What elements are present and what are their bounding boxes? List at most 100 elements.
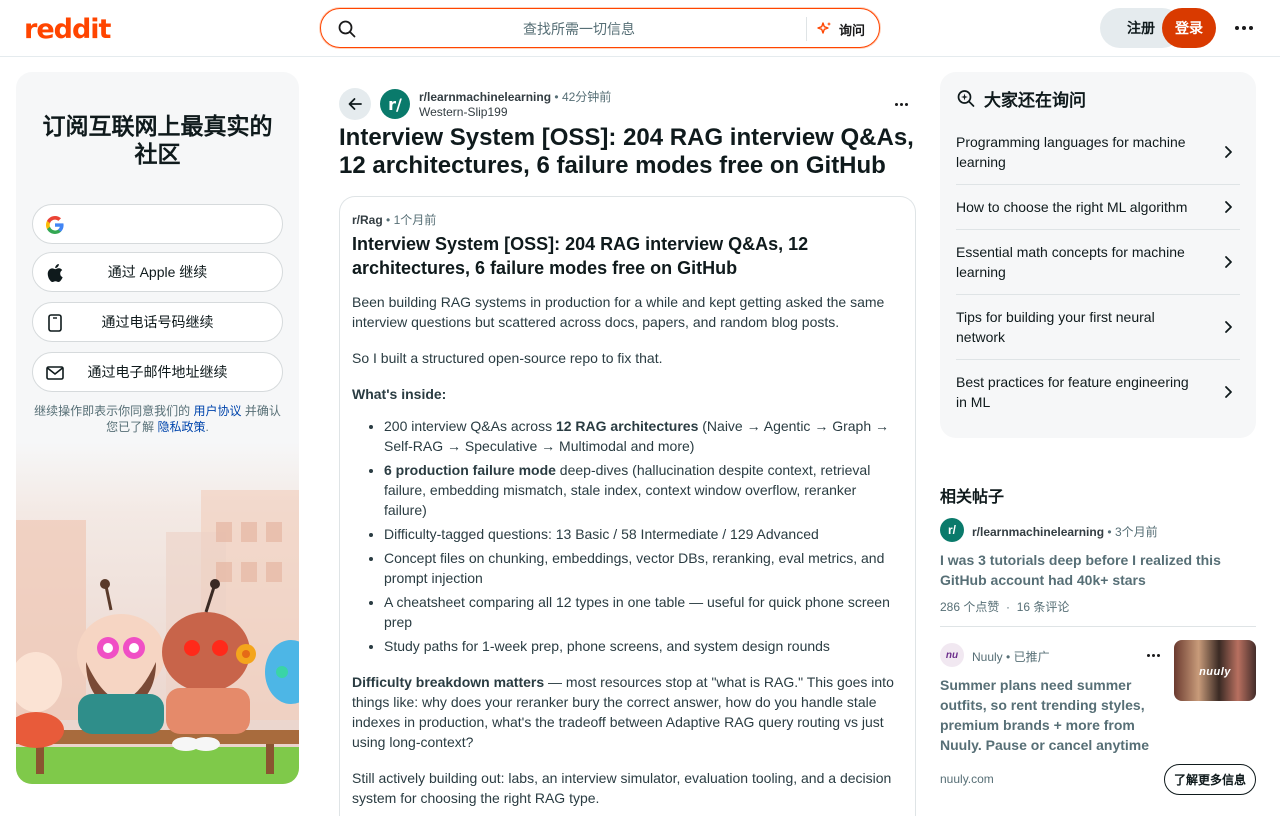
more-dot-icon (1151, 653, 1155, 657)
ad-domain[interactable]: nuuly.com (940, 772, 994, 786)
more-options-button[interactable] (1228, 18, 1260, 38)
upvote-count: 286 个点赞 (940, 600, 1000, 614)
snoo-characters-illustration (16, 490, 299, 784)
subreddit-avatar[interactable]: r/ (380, 89, 410, 119)
ask-card-header: 大家还在询问 (956, 86, 1240, 110)
chevron-right-icon (1225, 256, 1232, 268)
signup-promo-card: 订阅互联网上最真实的社区 通过 Apple 继续 通过电话号码继续 通过电子邮件… (16, 72, 299, 784)
related-post-meta: r/learnmachinelearning • 3个月前 (972, 523, 1158, 540)
phone-icon (45, 313, 65, 333)
list-item: Concept files on chunking, embeddings, v… (384, 548, 903, 588)
more-dot-icon (1156, 653, 1160, 657)
embed-meta: r/Rag • 1个月前 (352, 211, 903, 228)
more-dot-icon (1235, 26, 1239, 30)
ask-list: Programming languages for machine learni… (956, 120, 1240, 424)
legal-prefix: 继续操作即表示你同意我们的 (34, 404, 191, 418)
stats-separator: · (1002, 600, 1017, 614)
body-paragraph: Been building RAG systems in production … (352, 294, 885, 330)
body-paragraph: Difficulty breakdown matters — most reso… (352, 674, 894, 750)
list-item: Difficulty-tagged questions: 13 Basic / … (384, 524, 903, 544)
list-item: 200 interview Q&As across 12 RAG archite… (384, 416, 903, 456)
ad-thumbnail-text: nuuly (1199, 666, 1231, 678)
ask-question-item[interactable]: Best practices for feature engineering i… (956, 360, 1240, 424)
promo-title: 订阅互联网上最真实的社区 (42, 113, 273, 167)
post-title: Interview System [OSS]: 204 RAG intervie… (339, 124, 914, 179)
related-post-title[interactable]: I was 3 tutorials deep before I realized… (940, 550, 1240, 590)
more-dot-icon (1146, 653, 1150, 657)
advertiser-name[interactable]: Nuuly (972, 650, 1003, 664)
list-item: Study paths for 1-week prep, phone scree… (384, 636, 903, 656)
apple-signin-button[interactable]: 通过 Apple 继续 (32, 252, 283, 292)
promoted-post[interactable]: nu Nuuly • 已推广 Summer plans need summer … (940, 640, 1256, 800)
chevron-right-icon (1225, 386, 1232, 398)
top-header: reddit 询问 注册 登录 (0, 0, 1280, 57)
search-sparkle-icon (957, 90, 975, 107)
user-agreement-link[interactable]: 用户协议 (193, 404, 241, 418)
related-post-stats: 286 个点赞 · 16 条评论 (940, 598, 1069, 615)
embed-subreddit[interactable]: r/Rag (352, 213, 383, 227)
ask-question-text: How to choose the right ML algorithm (956, 199, 1188, 215)
chevron-right-icon (1225, 201, 1232, 213)
ask-question-text: Tips for building your first neural netw… (956, 309, 1155, 345)
meta-separator: • (1006, 650, 1014, 664)
body-paragraph: So I built a structured open-source repo… (352, 350, 663, 366)
list-item: A cheatsheet comparing all 12 types in o… (384, 592, 903, 632)
promoted-label: 已推广 (1013, 650, 1050, 664)
post-meta: r/learnmachinelearning • 42分钟前 (419, 88, 611, 105)
crosspost-embed[interactable]: r/Rag • 1个月前 Interview System [OSS]: 204… (339, 196, 916, 816)
body-paragraph: Still actively building out: labs, an in… (352, 770, 892, 806)
more-dot-icon (1249, 26, 1253, 30)
reddit-logo[interactable]: reddit (24, 14, 111, 45)
search-icon (338, 20, 356, 38)
chevron-right-icon (1225, 321, 1232, 333)
back-button[interactable] (339, 88, 371, 120)
subreddit-link[interactable]: r/learnmachinelearning (419, 90, 551, 104)
ask-button[interactable]: 询问 (817, 17, 865, 41)
legal-notice: 继续操作即表示你同意我们的 用户协议 并确认您已了解 隐私政策. (32, 403, 283, 435)
email-signin-label: 通过电子邮件地址继续 (87, 364, 228, 380)
chevron-right-icon (1225, 146, 1232, 158)
ask-question-text: Essential math concepts for machine lear… (956, 244, 1185, 280)
ad-thumbnail[interactable]: nuuly (1174, 640, 1256, 701)
related-subreddit[interactable]: r/learnmachinelearning (972, 525, 1104, 539)
embed-age: 1个月前 (393, 213, 437, 227)
phone-signin-button[interactable]: 通过电话号码继续 (32, 302, 283, 342)
inside-heading: What's inside: (352, 384, 903, 404)
ask-question-item[interactable]: Essential math concepts for machine lear… (956, 230, 1240, 295)
login-button[interactable]: 登录 (1162, 8, 1216, 48)
post-age: 42分钟前 (561, 90, 612, 104)
learn-more-button[interactable]: 了解更多信息 (1164, 764, 1256, 795)
list-item: 6 production failure mode deep-dives (ha… (384, 460, 903, 520)
comment-count: 16 条评论 (1016, 600, 1070, 614)
ad-options-button[interactable] (1144, 650, 1162, 660)
search-bar[interactable]: 询问 (320, 8, 880, 48)
subreddit-avatar[interactable]: r/ (940, 518, 964, 542)
post-options-button[interactable] (889, 96, 913, 112)
google-icon (45, 215, 65, 235)
apple-signin-label: 通过 Apple 继续 (107, 264, 208, 280)
more-dot-icon (899, 102, 903, 106)
ask-label: 询问 (839, 22, 866, 38)
search-input[interactable] (369, 15, 789, 43)
apple-icon (45, 263, 65, 283)
meta-separator: • (554, 90, 562, 104)
phone-signin-label: 通过电话号码继续 (101, 314, 214, 330)
privacy-policy-link[interactable]: 隐私政策 (158, 420, 206, 434)
ask-question-item[interactable]: Programming languages for machine learni… (956, 120, 1240, 185)
ad-title[interactable]: Summer plans need summer outfits, so ren… (940, 675, 1160, 755)
author-link[interactable]: Western-Slip199 (419, 105, 508, 119)
meta-separator: • (1107, 525, 1115, 539)
google-signin-button[interactable] (32, 204, 283, 244)
ask-question-text: Programming languages for machine learni… (956, 134, 1186, 170)
more-dot-icon (894, 102, 898, 106)
advertiser-avatar[interactable]: nu (940, 643, 964, 667)
email-signin-button[interactable]: 通过电子邮件地址继续 (32, 352, 283, 392)
related-age: 3个月前 (1114, 525, 1158, 539)
meta-separator: • (386, 213, 394, 227)
embed-title[interactable]: Interview System [OSS]: 204 RAG intervie… (352, 232, 903, 280)
more-dot-icon (1242, 26, 1246, 30)
divider (940, 626, 1256, 627)
ask-question-item[interactable]: Tips for building your first neural netw… (956, 295, 1240, 360)
ask-question-item[interactable]: How to choose the right ML algorithm (956, 185, 1240, 230)
people-also-ask-card: 大家还在询问 Programming languages for machine… (940, 72, 1256, 438)
